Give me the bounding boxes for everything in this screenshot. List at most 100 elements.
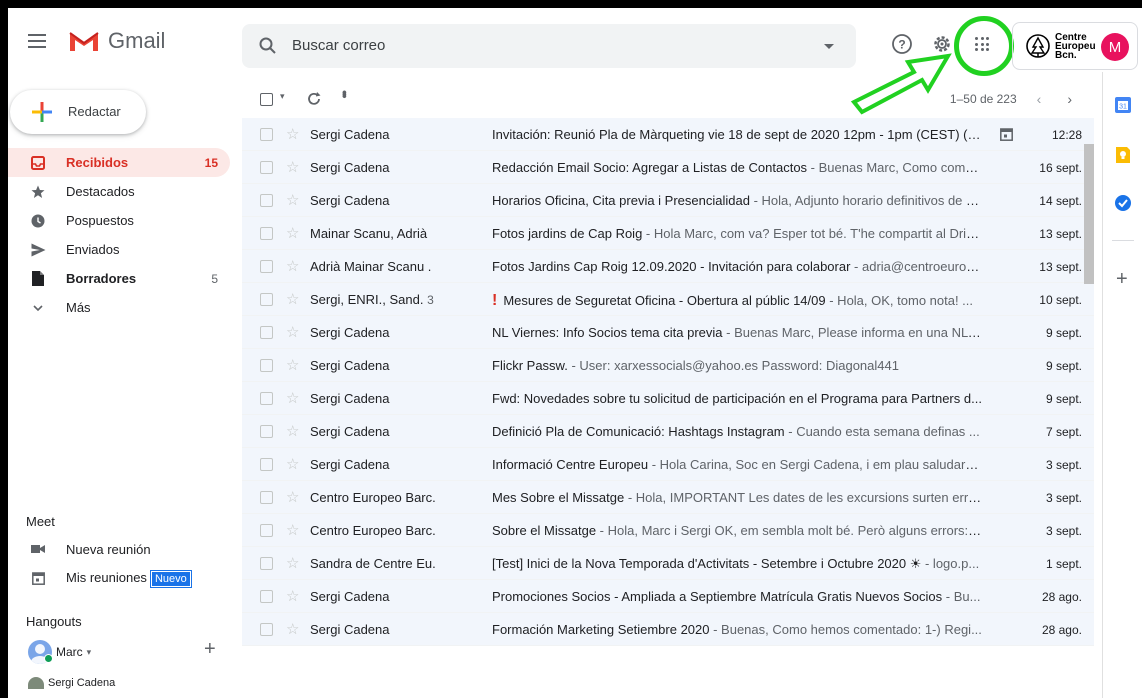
star-icon[interactable]: ☆	[286, 521, 299, 539]
star-icon[interactable]: ☆	[286, 620, 299, 638]
row-checkbox[interactable]	[260, 524, 273, 537]
inbox-icon	[30, 155, 46, 171]
row-checkbox[interactable]	[260, 227, 273, 240]
star-icon[interactable]: ☆	[286, 125, 299, 143]
select-options-chevron-down-icon[interactable]: ▾	[280, 91, 285, 102]
email-sender: Sergi Cadena	[310, 127, 390, 142]
sidebar-item-drafts[interactable]: Borradores 5	[8, 264, 230, 293]
gear-icon[interactable]	[930, 32, 954, 56]
search-input[interactable]: Buscar correo	[292, 37, 385, 54]
compose-button[interactable]: Redactar	[10, 90, 146, 134]
compose-label: Redactar	[68, 104, 121, 119]
row-checkbox[interactable]	[260, 128, 273, 141]
hangouts-section-title: Hangouts	[26, 614, 82, 629]
star-icon[interactable]: ☆	[286, 323, 299, 341]
email-row[interactable]: ☆ Adrià Mainar Scanu . Fotos Jardins Cap R…	[242, 250, 1094, 283]
email-row[interactable]: ☆ Sergi Cadena Fwd: Novedades sobre tu sol…	[242, 382, 1094, 415]
star-icon[interactable]: ☆	[286, 587, 299, 605]
organization-logo[interactable]: Centre Europeu Bcn. M	[1012, 22, 1138, 70]
main-menu-icon[interactable]	[28, 34, 46, 48]
tree-logo-icon	[1026, 34, 1050, 58]
row-checkbox[interactable]	[260, 326, 273, 339]
row-checkbox[interactable]	[260, 194, 273, 207]
star-icon[interactable]: ☆	[286, 455, 299, 473]
row-checkbox[interactable]	[260, 260, 273, 273]
sidebar-item-snoozed[interactable]: Pospuestos	[8, 206, 230, 235]
star-icon[interactable]: ☆	[286, 191, 299, 209]
previous-page-chevron-left-icon[interactable]: ‹	[1037, 91, 1042, 107]
star-icon[interactable]: ☆	[286, 158, 299, 176]
email-row[interactable]: ☆ Sergi Cadena Promociones Socios - Amplia…	[242, 580, 1094, 613]
star-icon[interactable]: ☆	[286, 488, 299, 506]
meet-my-meetings[interactable]: Mis reuniones Nuevo	[8, 564, 230, 592]
star-icon[interactable]: ☆	[286, 356, 299, 374]
email-row[interactable]: ☆ Sergi, ENRI., Sand. 3! Mesures de Segure…	[242, 283, 1094, 316]
star-icon[interactable]: ☆	[286, 554, 299, 572]
email-sender: Sergi Cadena	[310, 457, 390, 472]
sidebar-item-starred[interactable]: Destacados	[8, 177, 230, 206]
sidebar-item-more[interactable]: Más	[8, 293, 230, 322]
select-all-checkbox[interactable]	[260, 93, 273, 106]
row-checkbox[interactable]	[260, 590, 273, 603]
keep-app-icon[interactable]	[1114, 146, 1132, 164]
star-icon[interactable]: ☆	[286, 389, 299, 407]
gmail-logo[interactable]: Gmail	[68, 28, 165, 54]
email-date: 13 sept.	[1039, 227, 1082, 241]
row-checkbox[interactable]	[260, 161, 273, 174]
email-row[interactable]: ☆ Sergi Cadena NL Viernes: Info Socios tem…	[242, 316, 1094, 349]
email-list: ☆ Sergi Cadena Invitación: Reunió Pla de M…	[242, 118, 1094, 646]
account-avatar[interactable]: M	[1101, 33, 1129, 61]
next-page-chevron-right-icon[interactable]: ›	[1067, 91, 1072, 107]
email-subject: Flickr Passw.	[492, 358, 568, 373]
search-bar[interactable]: Buscar correo	[242, 24, 856, 68]
row-checkbox[interactable]	[260, 425, 273, 438]
email-row[interactable]: ☆ Sergi Cadena Horarios Oficina, Cita prev…	[242, 184, 1094, 217]
user-menu-chevron-down-icon[interactable]: ▾	[87, 647, 92, 658]
calendar-app-icon[interactable]: 31	[1114, 96, 1132, 114]
email-snippet: - Hola, Marc i Sergi OK, em sembla molt …	[596, 523, 982, 538]
row-checkbox[interactable]	[260, 392, 273, 405]
email-row[interactable]: ☆ Sergi Cadena Definició Pla de Comunicaci…	[242, 415, 1094, 448]
email-subject: Sobre el Missatge	[492, 523, 597, 538]
star-icon[interactable]: ☆	[286, 422, 299, 440]
row-checkbox[interactable]	[260, 623, 273, 636]
email-row[interactable]: ☆ Sergi Cadena Informació Centre Europeu -…	[242, 448, 1094, 481]
search-options-chevron-down-icon[interactable]	[824, 44, 834, 49]
email-row[interactable]: ☆ Centro Europeo Barc. Sobre el Missatge -…	[242, 514, 1094, 547]
star-icon[interactable]: ☆	[286, 257, 299, 275]
meet-new-meeting[interactable]: Nueva reunión	[8, 535, 230, 563]
row-checkbox[interactable]	[260, 293, 273, 306]
row-checkbox[interactable]	[260, 458, 273, 471]
online-status-dot	[44, 654, 53, 663]
more-options-icon[interactable]: •••	[337, 90, 353, 96]
email-snippet: - Buenas, Como hemos comentado: 1-) Regi…	[709, 622, 982, 637]
star-icon[interactable]: ☆	[286, 224, 299, 242]
google-apps-icon[interactable]	[970, 32, 994, 56]
email-row[interactable]: ☆ Mainar Scanu, Adrià Fotos jardins de Cap…	[242, 217, 1094, 250]
email-row[interactable]: ☆ Sergi Cadena Formación Marketing Setiemb…	[242, 613, 1094, 646]
search-icon[interactable]	[258, 36, 278, 56]
email-content: ! Mesures de Seguretat Oficina - Obertura…	[492, 292, 982, 310]
add-addon-icon[interactable]: +	[1116, 268, 1128, 291]
email-row[interactable]: ☆ Centro Europeo Barc. Mes Sobre el Missat…	[242, 481, 1094, 514]
sidebar-item-inbox[interactable]: Recibidos 15	[8, 148, 230, 177]
email-row[interactable]: ☆ Sergi Cadena Invitación: Reunió Pla de M…	[242, 118, 1094, 151]
tasks-app-icon[interactable]	[1114, 194, 1132, 212]
row-checkbox[interactable]	[260, 491, 273, 504]
row-checkbox[interactable]	[260, 557, 273, 570]
row-checkbox[interactable]	[260, 359, 273, 372]
hangouts-user-selector[interactable]: Marc ▾	[28, 640, 91, 664]
help-icon[interactable]: ?	[890, 32, 914, 56]
hangouts-contact[interactable]: Sergi Cadena	[28, 677, 115, 689]
email-list-scrollbar[interactable]	[1084, 144, 1094, 284]
refresh-icon[interactable]	[306, 91, 322, 107]
sidebar-item-sent[interactable]: Enviados	[8, 235, 230, 264]
email-row[interactable]: ☆ Sergi Cadena Flickr Passw. - User: xarxe…	[242, 349, 1094, 382]
email-date: 9 sept.	[1045, 359, 1082, 373]
star-icon[interactable]: ☆	[286, 290, 299, 308]
email-subject: Invitación: Reunió Pla de Màrqueting vie…	[492, 127, 982, 142]
add-contact-icon[interactable]: +	[204, 638, 216, 661]
email-row[interactable]: ☆ Sergi Cadena Redacción Email Socio: Agre…	[242, 151, 1094, 184]
email-row[interactable]: ☆ Sandra de Centre Eu. [Test] Inici de la …	[242, 547, 1094, 580]
email-content: Flickr Passw. - User: xarxessocials@yaho…	[492, 358, 982, 373]
